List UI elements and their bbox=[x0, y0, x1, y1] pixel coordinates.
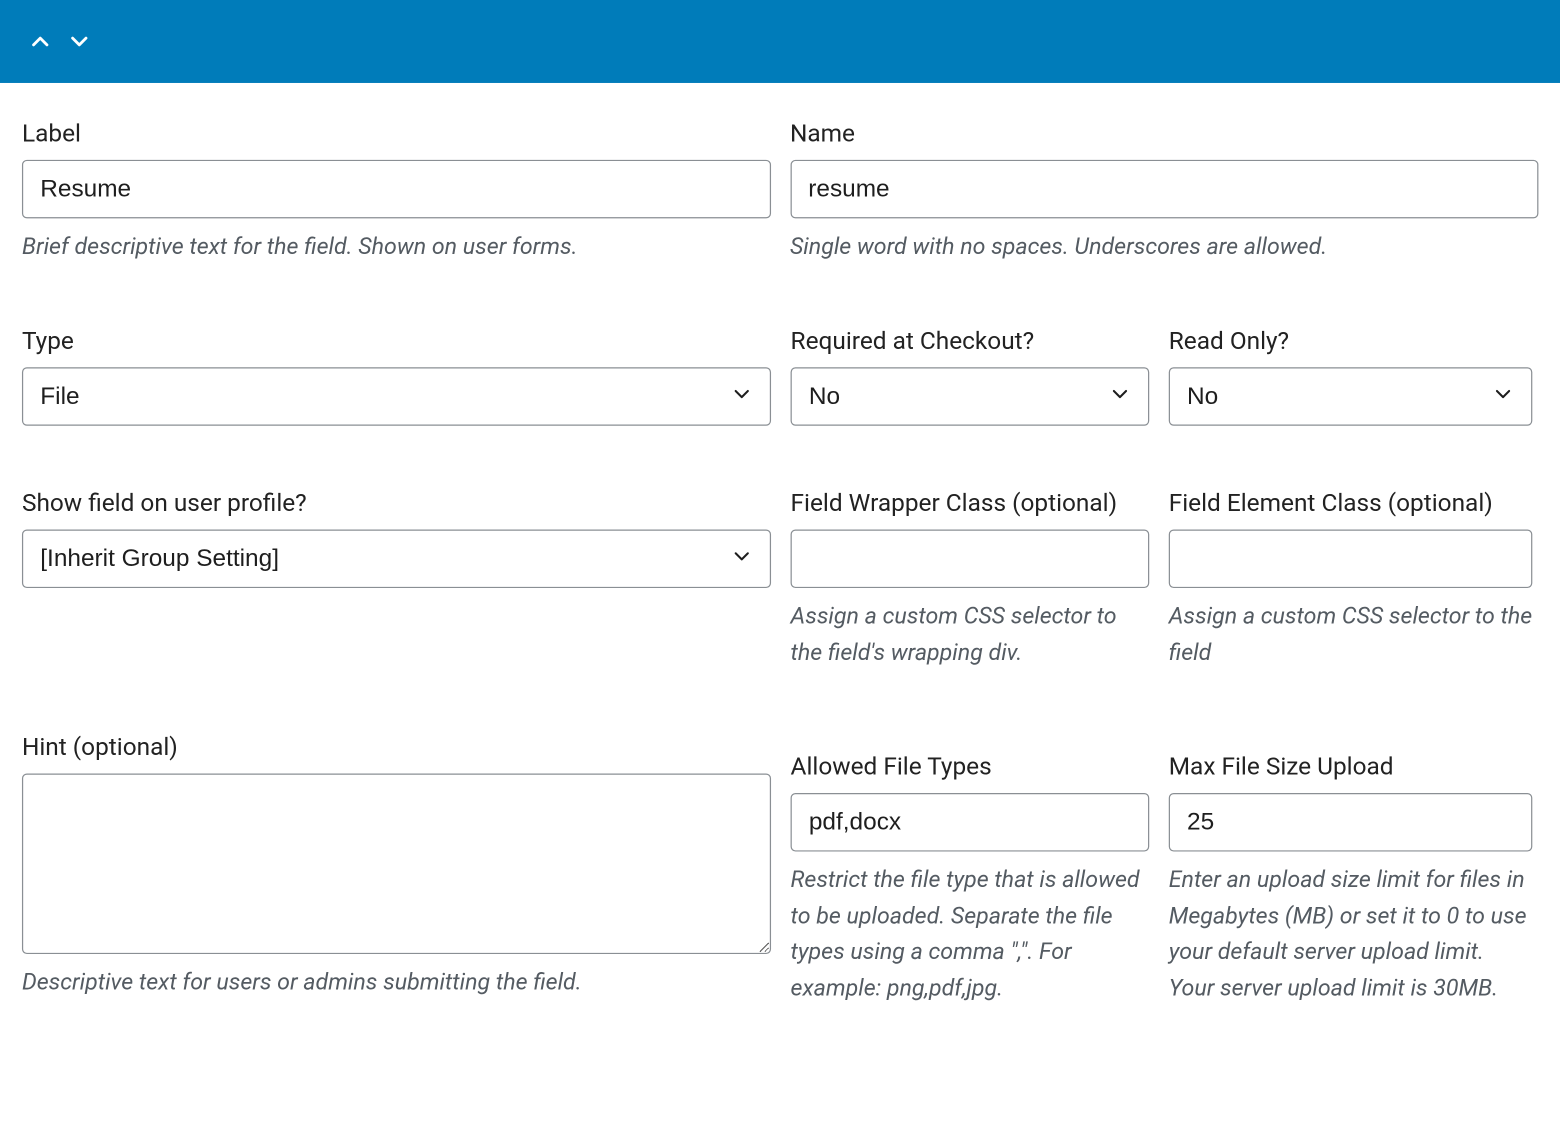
element-class-input[interactable] bbox=[1169, 530, 1533, 589]
move-up-button[interactable] bbox=[27, 28, 54, 55]
readonly-title: Read Only? bbox=[1169, 325, 1533, 358]
show-profile-title: Show field on user profile? bbox=[22, 487, 771, 520]
name-input[interactable] bbox=[790, 160, 1538, 219]
type-title: Type bbox=[22, 325, 771, 358]
field-settings-form: Label Brief descriptive text for the fie… bbox=[0, 83, 1560, 1047]
label-input[interactable] bbox=[22, 160, 770, 219]
label-title: Label bbox=[22, 117, 770, 150]
type-select[interactable]: File bbox=[22, 368, 771, 427]
show-profile-select[interactable]: [Inherit Group Setting] bbox=[22, 530, 771, 589]
max-size-input[interactable] bbox=[1169, 793, 1533, 852]
allowed-types-title: Allowed File Types bbox=[791, 751, 1150, 784]
hint-title: Hint (optional) bbox=[22, 731, 771, 764]
label-help: Brief descriptive text for the field. Sh… bbox=[22, 228, 770, 264]
wrapper-class-title: Field Wrapper Class (optional) bbox=[791, 487, 1150, 520]
element-class-title: Field Element Class (optional) bbox=[1169, 487, 1533, 520]
wrapper-class-help: Assign a custom CSS selector to the fiel… bbox=[791, 598, 1150, 670]
max-size-help: Enter an upload size limit for files in … bbox=[1169, 862, 1533, 1006]
wrapper-class-input[interactable] bbox=[791, 530, 1150, 589]
readonly-select[interactable]: No bbox=[1169, 368, 1533, 427]
element-class-help: Assign a custom CSS selector to the fiel… bbox=[1169, 598, 1533, 670]
reorder-controls bbox=[27, 28, 93, 55]
panel-header bbox=[0, 0, 1560, 83]
required-select[interactable]: No bbox=[791, 368, 1150, 427]
move-down-button[interactable] bbox=[66, 28, 93, 55]
required-title: Required at Checkout? bbox=[791, 325, 1150, 358]
hint-help: Descriptive text for users or admins sub… bbox=[22, 964, 771, 1000]
name-title: Name bbox=[790, 117, 1538, 150]
name-help: Single word with no spaces. Underscores … bbox=[790, 228, 1538, 264]
max-size-title: Max File Size Upload bbox=[1169, 751, 1533, 784]
allowed-types-input[interactable] bbox=[791, 793, 1150, 852]
allowed-types-help: Restrict the file type that is allowed t… bbox=[791, 862, 1150, 1006]
hint-textarea[interactable] bbox=[22, 774, 771, 955]
